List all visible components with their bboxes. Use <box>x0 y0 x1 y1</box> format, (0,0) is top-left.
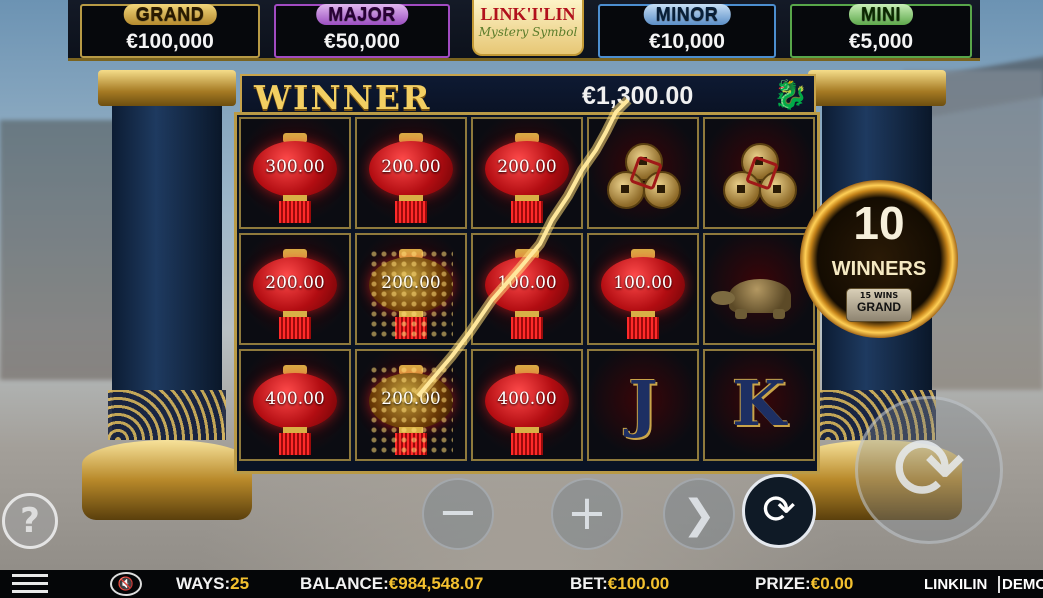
reel-cell: 200.00 <box>355 233 467 345</box>
menu-icon[interactable] <box>12 574 48 594</box>
lantern-value: 300.00 <box>265 157 325 177</box>
winners-count: 10 <box>853 197 905 249</box>
autoplay-button[interactable]: ⟳ <box>742 474 816 548</box>
reel-cell: 200.00 <box>471 117 583 229</box>
jackpot-major-label: MAJOR <box>316 4 408 25</box>
grand-goal-badge: 15 WINS GRAND <box>846 288 912 322</box>
lantern-symbol: 200.00 <box>369 365 453 457</box>
reel-cell: 200.00 <box>355 349 467 461</box>
reel-grid: 300.00 200.00 200.00 200.00 200.00 100.00 100.… <box>234 112 820 474</box>
jackpot-grand: GRAND €100,000 <box>80 4 260 58</box>
lantern-value: 400.00 <box>497 389 557 409</box>
ways-label: WAYS: <box>176 574 231 593</box>
winners-medallion: 10 WINNERS 15 WINS GRAND <box>800 180 958 338</box>
jackpot-bar: GRAND €100,000 MAJOR €50,000 LINK'I'LIN … <box>68 0 980 61</box>
reel-cell <box>703 117 815 229</box>
reel-cell: 200.00 <box>355 117 467 229</box>
lantern-symbol: 400.00 <box>253 365 337 457</box>
coins-symbol <box>603 143 683 213</box>
game-logo: LINK'I'LIN Mystery Symbol <box>472 0 584 56</box>
royal-symbol: K <box>732 367 786 440</box>
balance-readout: BALANCE:€984,548.07 <box>300 574 483 594</box>
jackpot-major-value: €50,000 <box>324 30 400 53</box>
game-name: LINKILIN <box>924 576 988 593</box>
pillar-left <box>82 70 252 520</box>
dragon-icon: 🐉 <box>773 78 808 111</box>
jackpot-major: MAJOR €50,000 <box>274 4 450 58</box>
jackpot-minor-value: €10,000 <box>649 30 725 53</box>
lantern-value: 200.00 <box>265 273 325 293</box>
jackpot-mini-value: €5,000 <box>848 30 914 53</box>
balance-label: BALANCE: <box>300 574 389 593</box>
jackpot-grand-value: €100,000 <box>126 30 214 53</box>
reel-cell <box>587 117 699 229</box>
jackpot-minor-label: MINOR <box>643 4 731 25</box>
balance-value: €984,548.07 <box>388 574 484 593</box>
spin-button[interactable]: ⟳ <box>855 396 1003 544</box>
jackpot-mini: MINI €5,000 <box>790 4 972 58</box>
jackpot-mini-label: MINI <box>849 4 913 25</box>
turtle-symbol <box>711 279 807 319</box>
reel-cell: J <box>587 349 699 461</box>
prize-label: PRIZE: <box>755 574 811 593</box>
lantern-symbol: 100.00 <box>601 249 685 341</box>
reel-cell: K <box>703 349 815 461</box>
ways-readout: WAYS:25 <box>176 574 249 594</box>
help-button[interactable]: ? <box>2 493 58 549</box>
reel-cell <box>703 233 815 345</box>
lantern-value: 200.00 <box>381 389 441 409</box>
game-logo-subtitle: Mystery Symbol <box>478 25 578 39</box>
reel-cell: 300.00 <box>239 117 351 229</box>
ways-value: 25 <box>230 574 250 593</box>
bet-label: BET: <box>570 574 608 593</box>
royal-symbol: J <box>628 367 658 440</box>
lantern-symbol: 200.00 <box>369 133 453 225</box>
reel-cell: 200.00 <box>239 233 351 345</box>
lantern-symbol: 400.00 <box>485 365 569 457</box>
background-temple-left <box>0 120 120 380</box>
lantern-symbol: 300.00 <box>253 133 337 225</box>
reel-cell: 100.00 <box>587 233 699 345</box>
prize-readout: PRIZE:€0.00 <box>755 574 853 594</box>
reel-cell: 100.00 <box>471 233 583 345</box>
mute-icon[interactable]: 🔇 <box>110 572 142 596</box>
bet-value: €100.00 <box>607 574 670 593</box>
lantern-symbol: 100.00 <box>485 249 569 341</box>
decrease-bet-button[interactable]: − <box>422 478 494 550</box>
lantern-symbol: 200.00 <box>253 249 337 341</box>
reel-cell: 400.00 <box>239 349 351 461</box>
grand-goal-wins: 15 WINS <box>859 291 899 300</box>
game-logo-title: LINK'I'LIN <box>480 4 576 24</box>
jackpot-minor: MINOR €10,000 <box>598 4 776 58</box>
lantern-value: 200.00 <box>381 273 441 293</box>
grand-goal-label: GRAND <box>857 300 901 314</box>
lantern-value: 100.00 <box>613 273 673 293</box>
lantern-value: 200.00 <box>497 157 557 177</box>
mode-label: DEMO <box>998 576 1043 593</box>
winner-amount: €1,300.00 <box>582 82 694 110</box>
jackpot-grand-label: GRAND <box>123 4 217 25</box>
lantern-value: 100.00 <box>497 273 557 293</box>
next-button[interactable]: ❯ <box>663 478 735 550</box>
reel-cell: 400.00 <box>471 349 583 461</box>
status-bar: 🔇 WAYS:25 BALANCE:€984,548.07 BET:€100.0… <box>0 570 1043 598</box>
lantern-symbol: 200.00 <box>369 249 453 341</box>
lantern-value: 200.00 <box>381 157 441 177</box>
coins-symbol <box>719 143 799 213</box>
winners-label: WINNERS <box>831 258 927 280</box>
lantern-value: 400.00 <box>265 389 325 409</box>
bet-readout: BET:€100.00 <box>570 574 669 594</box>
prize-value: €0.00 <box>810 574 854 593</box>
increase-bet-button[interactable]: + <box>551 478 623 550</box>
lantern-symbol: 200.00 <box>485 133 569 225</box>
